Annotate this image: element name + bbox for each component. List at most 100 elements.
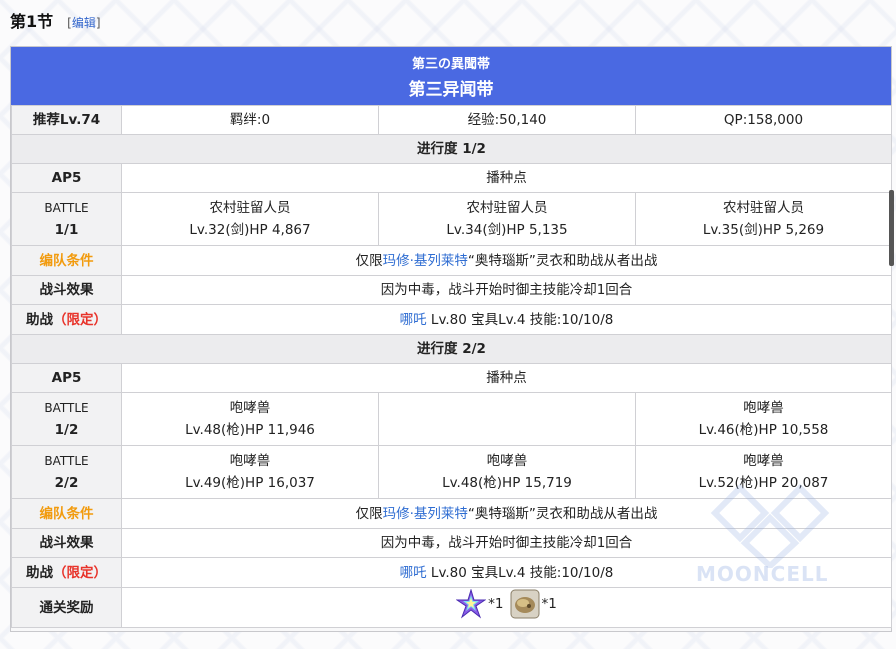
battle-row: BATTLE 1/1 农村驻留人员 Lv.32(剑)HP 4,867 农村驻留人员… <box>11 192 892 246</box>
ap-cost: AP5 <box>11 163 122 193</box>
reward-row: 通关奖励 *1 *1 <box>11 587 892 628</box>
battle-count: 1/1 <box>54 222 79 238</box>
enemy-name: 咆哮兽 <box>743 453 784 469</box>
ap-location: 播种点 <box>121 163 892 193</box>
effect-label: 战斗效果 <box>11 275 122 305</box>
banner-title: 第三异闻带 <box>408 80 494 100</box>
formation-pre: 仅限 <box>355 505 383 522</box>
edit-link-wrapper: [编辑] <box>67 14 100 31</box>
support-servant-link[interactable]: 哪吒 <box>400 312 427 328</box>
section-title: 第1节 <box>10 12 54 31</box>
edit-bracket-close: ] <box>95 16 101 30</box>
enemy-name: 咆哮兽 <box>229 453 271 469</box>
battle-row: BATTLE 1/2 咆哮兽 Lv.48(枪)HP 11,946 咆哮兽 Lv.46… <box>11 392 892 446</box>
support-info: 哪吒 Lv.80 宝具Lv.4 技能:10/10/8 <box>121 304 892 335</box>
reward-count: *1 <box>488 596 504 612</box>
support-details: Lv.80 宝具Lv.4 技能:10/10/8 <box>426 311 614 328</box>
ap-location: 播种点 <box>121 363 892 393</box>
enemy-stats: Lv.34(剑)HP 5,135 <box>446 222 568 238</box>
battle-label: BATTLE 1/1 <box>11 192 122 246</box>
effect-text: 因为中毒，战斗开始时御主技能冷却1回合 <box>121 275 892 305</box>
battle-label: BATTLE 1/2 <box>11 392 122 446</box>
formation-row: 编队条件 仅限玛修·基列莱特“奥特瑙斯”灵衣和助战从者出战 <box>11 245 892 276</box>
support-row: 助战（限定） 哪吒 Lv.80 宝具Lv.4 技能:10/10/8 <box>11 557 892 588</box>
battle-label-text: BATTLE <box>44 454 89 468</box>
enemy-stats: Lv.48(枪)HP 11,946 <box>185 422 315 438</box>
support-details: Lv.80 宝具Lv.4 技能:10/10/8 <box>426 564 614 581</box>
effect-row: 战斗效果 因为中毒，战斗开始时御主技能冷却1回合 <box>11 528 892 558</box>
quest-banner: 第三の異聞帯 第三异闻带 <box>11 47 891 105</box>
recommended-level: 推荐Lv.74 <box>11 105 122 135</box>
servant-link[interactable]: 玛修·基列莱特 <box>383 506 468 522</box>
effect-text: 因为中毒，战斗开始时御主技能冷却1回合 <box>121 528 892 558</box>
battle-row: BATTLE 2/2 咆哮兽 Lv.49(枪)HP 16,037 咆哮兽 Lv.48… <box>11 445 892 499</box>
enemy-cell: 农村驻留人员 Lv.34(剑)HP 5,135 <box>378 192 636 246</box>
enemy-name: 农村驻留人员 <box>723 200 804 216</box>
support-row: 助战（限定） 哪吒 Lv.80 宝具Lv.4 技能:10/10/8 <box>11 304 892 335</box>
enemy-stats: Lv.49(枪)HP 16,037 <box>185 475 315 491</box>
exp-value: 经验:50,140 <box>378 105 636 135</box>
enemy-stats: Lv.46(枪)HP 10,558 <box>698 422 829 438</box>
enemy-name: 咆哮兽 <box>743 400 784 416</box>
enemy-stats: Lv.48(枪)HP 15,719 <box>442 475 572 491</box>
enemy-cell: 咆哮兽 Lv.48(枪)HP 11,946 <box>121 392 379 446</box>
enemy-name: 咆哮兽 <box>486 453 528 469</box>
battle-label: BATTLE 2/2 <box>11 445 122 499</box>
banner-subtitle: 第三の異聞帯 <box>411 57 490 72</box>
reward-count: *1 <box>541 596 557 612</box>
enemy-cell: 咆哮兽 Lv.46(枪)HP 10,558 <box>635 392 892 446</box>
ap-row: AP5 播种点 <box>11 363 892 393</box>
battle-label-text: BATTLE <box>44 401 89 415</box>
reward-label: 通关奖励 <box>11 587 122 628</box>
support-label: 助战 <box>26 564 53 581</box>
enemy-cell: 农村驻留人员 Lv.32(剑)HP 4,867 <box>121 192 379 246</box>
summary-row: 推荐Lv.74 羁绊:0 经验:50,140 QP:158,000 <box>11 105 892 135</box>
enemy-name: 农村驻留人员 <box>466 200 548 216</box>
formation-condition: 仅限玛修·基列莱特“奥特瑙斯”灵衣和助战从者出战 <box>121 245 892 276</box>
ap-row: AP5 播种点 <box>11 163 892 193</box>
formation-row: 编队条件 仅限玛修·基列莱特“奥特瑙斯”灵衣和助战从者出战 <box>11 498 892 529</box>
enemy-cell: 咆哮兽 Lv.49(枪)HP 16,037 <box>121 445 379 499</box>
enemy-cell-empty <box>378 392 636 446</box>
support-label-cell: 助战（限定） <box>11 304 122 335</box>
formation-post: “奥特瑙斯”灵衣和助战从者出战 <box>467 505 658 522</box>
support-label: 助战 <box>26 311 53 328</box>
support-limited-tag: （限定） <box>53 311 107 328</box>
quest-panel: 第三の異聞帯 第三异闻带 推荐Lv.74 羁绊:0 经验:50,140 QP:1… <box>10 46 892 632</box>
ascension-material-icon[interactable] <box>510 589 540 619</box>
reward-items: *1 *1 <box>121 587 892 628</box>
support-limited-tag: （限定） <box>53 564 107 581</box>
support-servant-link[interactable]: 哪吒 <box>400 565 427 581</box>
saint-quartz-icon[interactable] <box>455 588 487 619</box>
enemy-cell: 农村驻留人员 Lv.35(剑)HP 5,269 <box>635 192 892 246</box>
scrollbar-thumb[interactable] <box>889 190 894 266</box>
battle-count: 1/2 <box>54 422 79 438</box>
enemy-cell: 咆哮兽 Lv.52(枪)HP 20,087 <box>635 445 892 499</box>
ap-cost: AP5 <box>11 363 122 393</box>
edit-link[interactable]: 编辑 <box>72 16 96 30</box>
servant-link[interactable]: 玛修·基列莱特 <box>383 253 468 269</box>
support-label-cell: 助战（限定） <box>11 557 122 588</box>
enemy-stats: Lv.32(剑)HP 4,867 <box>189 222 311 238</box>
formation-label: 编队条件 <box>11 498 122 529</box>
enemy-stats: Lv.35(剑)HP 5,269 <box>702 222 825 238</box>
progress-header-row: 进行度 2/2 <box>11 334 892 364</box>
progress-header-row: 进行度 1/2 <box>11 134 892 164</box>
formation-condition: 仅限玛修·基列莱特“奥特瑙斯”灵衣和助战从者出战 <box>121 498 892 529</box>
bond-value: 羁绊:0 <box>121 105 379 135</box>
progress-header: 进行度 1/2 <box>11 134 892 164</box>
formation-pre: 仅限 <box>355 252 383 269</box>
qp-value: QP:158,000 <box>635 105 892 135</box>
enemy-stats: Lv.52(枪)HP 20,087 <box>698 475 829 491</box>
section-heading: 第1节 [编辑] <box>10 8 101 32</box>
battle-count: 2/2 <box>54 475 79 491</box>
enemy-name: 咆哮兽 <box>229 400 271 416</box>
formation-post: “奥特瑙斯”灵衣和助战从者出战 <box>467 252 658 269</box>
enemy-cell: 咆哮兽 Lv.48(枪)HP 15,719 <box>378 445 636 499</box>
enemy-name: 农村驻留人员 <box>209 200 291 216</box>
progress-header: 进行度 2/2 <box>11 334 892 364</box>
quest-table: 推荐Lv.74 羁绊:0 经验:50,140 QP:158,000 进行度 1/… <box>11 105 892 628</box>
effect-row: 战斗效果 因为中毒，战斗开始时御主技能冷却1回合 <box>11 275 892 305</box>
support-info: 哪吒 Lv.80 宝具Lv.4 技能:10/10/8 <box>121 557 892 588</box>
formation-label: 编队条件 <box>11 245 122 276</box>
